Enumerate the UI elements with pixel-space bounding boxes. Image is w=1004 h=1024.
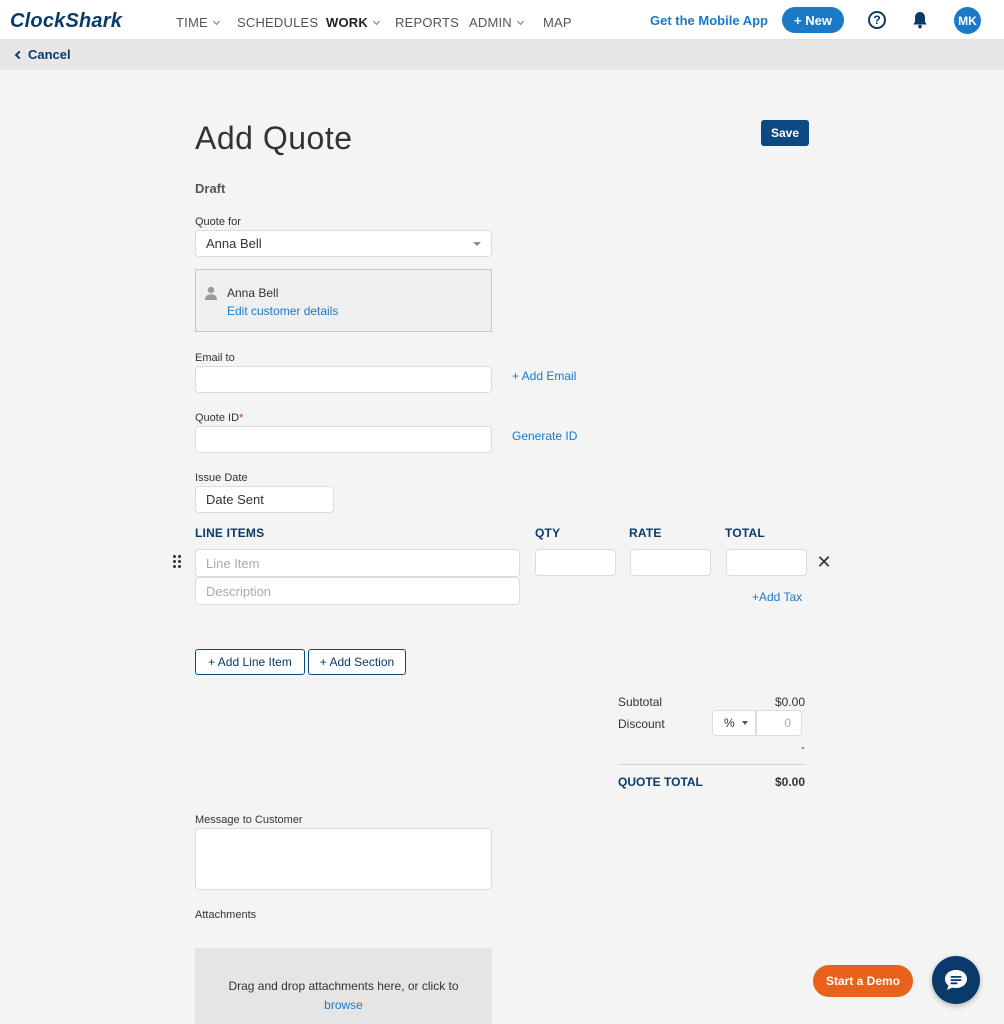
email-to-input[interactable]: [195, 366, 492, 393]
quote-for-value: Anna Bell: [206, 236, 262, 251]
nav-map[interactable]: MAP: [543, 15, 572, 30]
nav-reports-label: REPORTS: [395, 15, 460, 30]
nav-time[interactable]: TIME: [176, 15, 220, 30]
line-item-placeholder: Line Item: [206, 555, 260, 571]
nav-admin[interactable]: ADMIN: [469, 15, 524, 30]
description-placeholder: Description: [206, 583, 272, 599]
customer-name: Anna Bell: [227, 286, 279, 300]
cancel-label: Cancel: [28, 47, 71, 62]
rate-header: RATE: [629, 526, 662, 540]
add-line-item-button[interactable]: + Add Line Item: [195, 649, 305, 675]
nav-reports[interactable]: REPORTS: [395, 15, 459, 30]
subtotal-value: $0.00: [774, 695, 805, 709]
quote-status: Draft: [195, 181, 226, 196]
chat-button[interactable]: [932, 956, 980, 1004]
nav-work[interactable]: WORK: [326, 15, 381, 30]
nav-map-label: MAP: [543, 15, 572, 30]
discount-type-select[interactable]: %: [712, 710, 756, 736]
total-input[interactable]: [726, 549, 807, 576]
issue-date-value: Date Sent: [206, 492, 264, 507]
qty-header: QTY: [535, 526, 561, 540]
dropdown-caret-icon: [473, 242, 481, 246]
discount-placeholder: 0: [784, 716, 791, 730]
message-textarea[interactable]: [195, 828, 492, 890]
generate-id-link[interactable]: Generate ID: [512, 429, 577, 443]
dropzone-text: Drag and drop attachments here, or click…: [228, 979, 459, 993]
discount-amount: -: [801, 740, 805, 754]
required-marker: *: [239, 412, 244, 424]
discount-input[interactable]: 0: [756, 710, 802, 736]
attachments-label: Attachments: [195, 909, 257, 921]
clockshark-logo[interactable]: ClockShark: [10, 10, 122, 33]
add-section-button[interactable]: + Add Section: [308, 649, 406, 675]
quote-for-select[interactable]: Anna Bell: [195, 230, 492, 257]
discount-label: Discount: [618, 717, 665, 731]
add-tax-link[interactable]: +Add Tax: [752, 590, 802, 604]
issue-date-label: Issue Date: [195, 472, 248, 484]
attachments-dropzone[interactable]: Drag and drop attachments here, or click…: [195, 948, 492, 1024]
quote-id-input[interactable]: [195, 426, 492, 453]
quote-for-label: Quote for: [195, 216, 241, 228]
action-bar: Cancel: [0, 40, 1004, 70]
get-mobile-app-link[interactable]: Get the Mobile App: [650, 13, 768, 28]
page-title: Add Quote: [195, 120, 353, 156]
add-email-link[interactable]: + Add Email: [512, 369, 576, 383]
caret-down-icon: [741, 721, 748, 725]
total-header: TOTAL: [725, 526, 765, 540]
browse-link[interactable]: browse: [195, 998, 492, 1012]
quote-total-label: QUOTE TOTAL: [618, 775, 703, 789]
rate-input[interactable]: [630, 549, 711, 576]
qty-input[interactable]: [535, 549, 616, 576]
subtotal-label: Subtotal: [618, 695, 663, 709]
customer-card: Anna Bell Edit customer details: [195, 269, 492, 332]
message-label: Message to Customer: [195, 814, 303, 826]
quote-total-value: $0.00: [774, 775, 805, 789]
line-items-header: LINE ITEMS: [195, 526, 265, 540]
line-item-input[interactable]: Line Item: [195, 549, 520, 577]
help-icon[interactable]: ?: [868, 11, 886, 29]
save-button[interactable]: Save: [761, 120, 809, 146]
notification-bell-icon[interactable]: [912, 11, 928, 29]
nav-schedules-label: SCHEDULES: [237, 15, 319, 30]
edit-customer-details-link[interactable]: Edit customer details: [227, 304, 338, 318]
new-button[interactable]: + New: [782, 7, 844, 33]
user-avatar[interactable]: MK: [954, 7, 981, 34]
start-demo-button[interactable]: Start a Demo: [813, 965, 913, 997]
summary-divider: [618, 764, 805, 765]
line-item-description-input[interactable]: Description: [195, 577, 520, 605]
chevron-left-icon: [14, 50, 24, 59]
quote-id-label: Quote ID*: [195, 412, 243, 424]
top-navigation: ClockShark TIME SCHEDULES WORK REPORTS A…: [0, 0, 1004, 40]
person-icon: [205, 286, 217, 300]
nav-time-label: TIME: [176, 15, 208, 30]
nav-admin-label: ADMIN: [469, 15, 512, 30]
nav-schedules[interactable]: SCHEDULES: [237, 15, 318, 30]
remove-line-item-icon[interactable]: ✕: [816, 553, 832, 571]
chevron-down-icon: [212, 17, 220, 25]
quote-id-label-text: Quote ID: [195, 412, 240, 424]
discount-type-value: %: [724, 716, 735, 730]
chevron-down-icon: [372, 17, 381, 25]
issue-date-select[interactable]: Date Sent: [195, 486, 334, 513]
cancel-button[interactable]: Cancel: [14, 47, 71, 62]
nav-work-label: WORK: [326, 15, 368, 30]
email-to-label: Email to: [195, 352, 235, 364]
chat-bubble-icon: [945, 970, 967, 990]
chevron-down-icon: [516, 17, 524, 25]
drag-handle-icon[interactable]: [173, 555, 183, 569]
